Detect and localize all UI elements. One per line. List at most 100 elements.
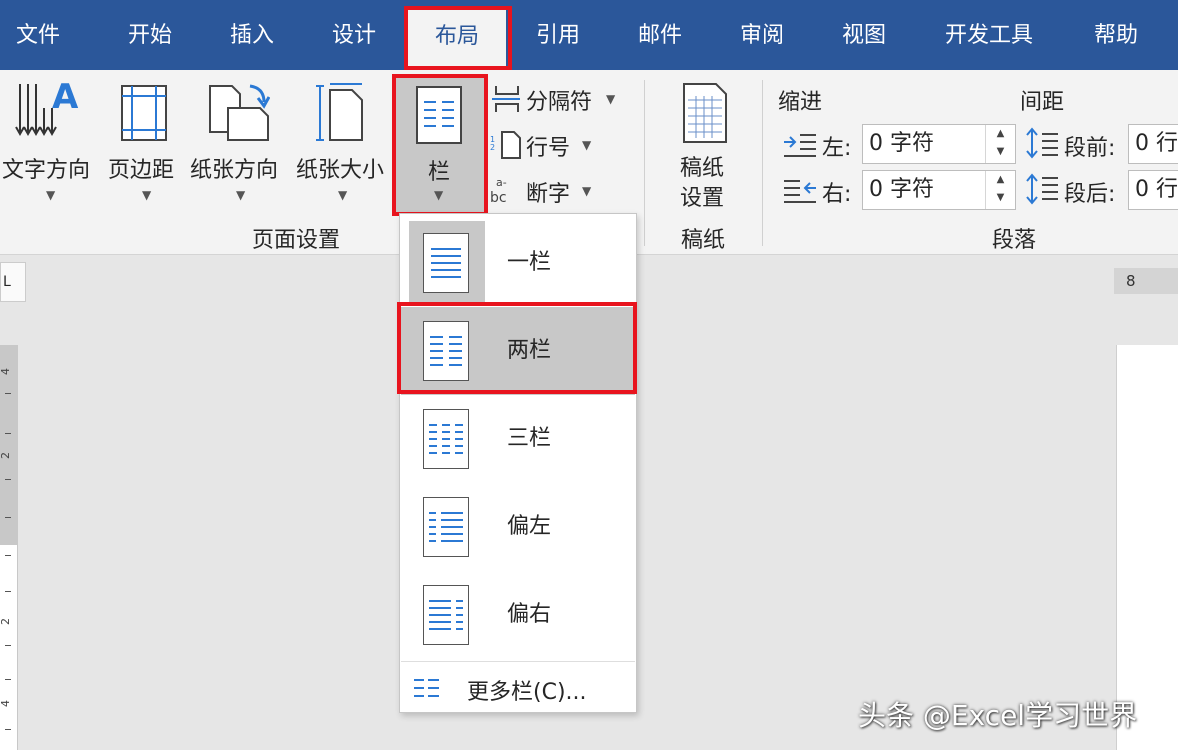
indent-right-icon bbox=[784, 180, 816, 203]
columns-label: 栏 bbox=[428, 160, 451, 185]
tab-insert[interactable]: 插入 bbox=[210, 0, 294, 70]
columns-button[interactable]: 栏 ▼ bbox=[396, 78, 484, 212]
columns-dropdown-menu: 一栏 两栏 三栏 偏左 偏右 更多栏(C)... bbox=[399, 213, 637, 713]
hyphenation-label: 断字 bbox=[526, 182, 571, 207]
tab-review[interactable]: 审阅 bbox=[720, 0, 804, 70]
svg-text:bc: bc bbox=[490, 190, 507, 206]
indent-title: 缩进 bbox=[778, 90, 823, 115]
line-numbers-label: 行号 bbox=[526, 136, 571, 161]
text-direction-button[interactable]: A 文字方向 ▼ bbox=[0, 70, 100, 210]
tab-references[interactable]: 引用 bbox=[516, 0, 600, 70]
spacing-before-input[interactable]: 0 行 bbox=[1128, 124, 1178, 164]
text-direction-label: 文字方向 bbox=[2, 158, 91, 183]
margins-button[interactable]: 页边距 ▼ bbox=[104, 70, 184, 210]
line-numbers-icon: 1 2 bbox=[490, 131, 521, 159]
tab-mailings[interactable]: 邮件 bbox=[618, 0, 702, 70]
ruler-number: 4 bbox=[0, 368, 12, 375]
indent-right-input[interactable]: 0 字符 ▲ ▼ bbox=[862, 170, 1016, 210]
indent-left-value: 0 字符 bbox=[869, 131, 934, 156]
tab-layout[interactable]: 布局 bbox=[408, 8, 506, 70]
ruler-tick bbox=[5, 479, 11, 480]
chevron-down-icon: ▼ bbox=[582, 138, 592, 152]
spacing-after-input[interactable]: 0 行 bbox=[1128, 170, 1178, 210]
right-column-icon bbox=[423, 585, 469, 645]
breaks-icon bbox=[492, 86, 520, 112]
menu-item-label: 一栏 bbox=[507, 250, 552, 275]
menu-item-two-columns[interactable]: 两栏 bbox=[401, 307, 635, 395]
group-divider bbox=[762, 80, 763, 246]
manuscript-label-line2: 设置 bbox=[680, 186, 725, 211]
chevron-down-icon: ▼ bbox=[338, 188, 348, 202]
vertical-ruler: 4 2 2 4 bbox=[0, 345, 18, 750]
spacing-after-label: 段后: bbox=[1064, 182, 1116, 207]
tab-file[interactable]: 文件 bbox=[0, 0, 76, 70]
ruler-number: 4 bbox=[0, 700, 12, 707]
manuscript-group-label: 稿纸 bbox=[680, 228, 725, 253]
menu-item-one-column[interactable]: 一栏 bbox=[401, 219, 635, 307]
manuscript-label-line1: 稿纸 bbox=[680, 156, 725, 181]
ruler-tick bbox=[5, 645, 11, 646]
indent-left-input[interactable]: 0 字符 ▲ ▼ bbox=[862, 124, 1016, 164]
watermark-text: 头条 @Excel学习世界 bbox=[858, 699, 1138, 732]
tab-help[interactable]: 帮助 bbox=[1074, 0, 1158, 70]
indent-left-label: 左: bbox=[822, 136, 852, 161]
spacing-before-label: 段前: bbox=[1064, 136, 1116, 161]
two-columns-icon bbox=[423, 321, 469, 381]
breaks-label: 分隔符 bbox=[526, 90, 593, 115]
line-numbers-button[interactable]: 1 2 行号 ▼ bbox=[490, 126, 600, 164]
indent-right-label: 右: bbox=[822, 182, 852, 207]
chevron-down-icon: ▼ bbox=[142, 188, 152, 202]
size-label: 纸张大小 bbox=[296, 158, 385, 183]
manuscript-icon bbox=[683, 83, 727, 143]
orientation-button[interactable]: 纸张方向 ▼ bbox=[188, 70, 292, 210]
breaks-button[interactable]: 分隔符 ▼ bbox=[490, 80, 630, 118]
ruler-tick bbox=[5, 729, 11, 730]
indent-right-value: 0 字符 bbox=[869, 177, 934, 202]
horizontal-ruler: 8 bbox=[1114, 268, 1178, 294]
ruler-tick bbox=[5, 679, 11, 680]
spacing-title: 间距 bbox=[1020, 90, 1065, 115]
svg-text:A: A bbox=[52, 80, 79, 117]
hyphenation-icon: a- bc bbox=[490, 176, 507, 206]
chevron-down-icon: ▼ bbox=[582, 184, 592, 198]
paper-size-icon bbox=[316, 83, 363, 141]
tab-view[interactable]: 视图 bbox=[822, 0, 906, 70]
hyphenation-button[interactable]: a- bc 断字 ▼ bbox=[490, 172, 600, 210]
document-page[interactable] bbox=[1116, 345, 1178, 750]
tab-home[interactable]: 开始 bbox=[108, 0, 192, 70]
indent-left-icon bbox=[784, 134, 816, 157]
tab-stop-selector[interactable]: L bbox=[0, 262, 26, 302]
more-columns-icon bbox=[414, 679, 439, 697]
ruler-margin-shade bbox=[0, 345, 18, 545]
margins-icon bbox=[121, 85, 167, 141]
margins-label: 页边距 bbox=[108, 158, 175, 183]
spacing-after-value: 0 行 bbox=[1135, 177, 1178, 202]
chevron-down-icon: ▼ bbox=[46, 188, 56, 202]
size-button[interactable]: 纸张大小 ▼ bbox=[294, 70, 390, 210]
menu-item-right[interactable]: 偏右 bbox=[401, 571, 635, 659]
spacing-before-value: 0 行 bbox=[1135, 131, 1178, 156]
ruler-tick bbox=[5, 393, 11, 394]
tab-developer[interactable]: 开发工具 bbox=[930, 0, 1048, 70]
one-column-icon bbox=[423, 233, 469, 293]
ruler-number: 2 bbox=[0, 618, 12, 625]
indent-left-spinner[interactable]: ▲ ▼ bbox=[985, 125, 1015, 163]
indent-right-spinner[interactable]: ▲ ▼ bbox=[985, 171, 1015, 209]
menu-item-label: 两栏 bbox=[507, 338, 552, 363]
tab-design[interactable]: 设计 bbox=[312, 0, 396, 70]
ribbon-tab-bar: 文件 开始 插入 设计 布局 引用 邮件 审阅 视图 开发工具 帮助 bbox=[0, 0, 1178, 70]
spacing-after-icon bbox=[1026, 173, 1058, 205]
left-column-icon bbox=[423, 497, 469, 557]
ruler-number: 8 bbox=[1126, 272, 1136, 290]
chevron-down-icon: ▼ bbox=[606, 92, 616, 106]
menu-item-label: 偏左 bbox=[507, 514, 552, 539]
menu-item-left[interactable]: 偏左 bbox=[401, 483, 635, 571]
menu-item-three-columns[interactable]: 三栏 bbox=[401, 395, 635, 483]
ruler-number: 2 bbox=[0, 452, 12, 459]
ruler-tick bbox=[5, 555, 11, 556]
chevron-down-icon: ▼ bbox=[434, 188, 444, 202]
paragraph-group-label: 段落 bbox=[991, 228, 1036, 253]
menu-item-more-columns[interactable]: 更多栏(C)... bbox=[401, 661, 635, 711]
three-columns-icon bbox=[423, 409, 469, 469]
manuscript-settings-button[interactable]: 稿纸 设置 bbox=[660, 76, 750, 212]
